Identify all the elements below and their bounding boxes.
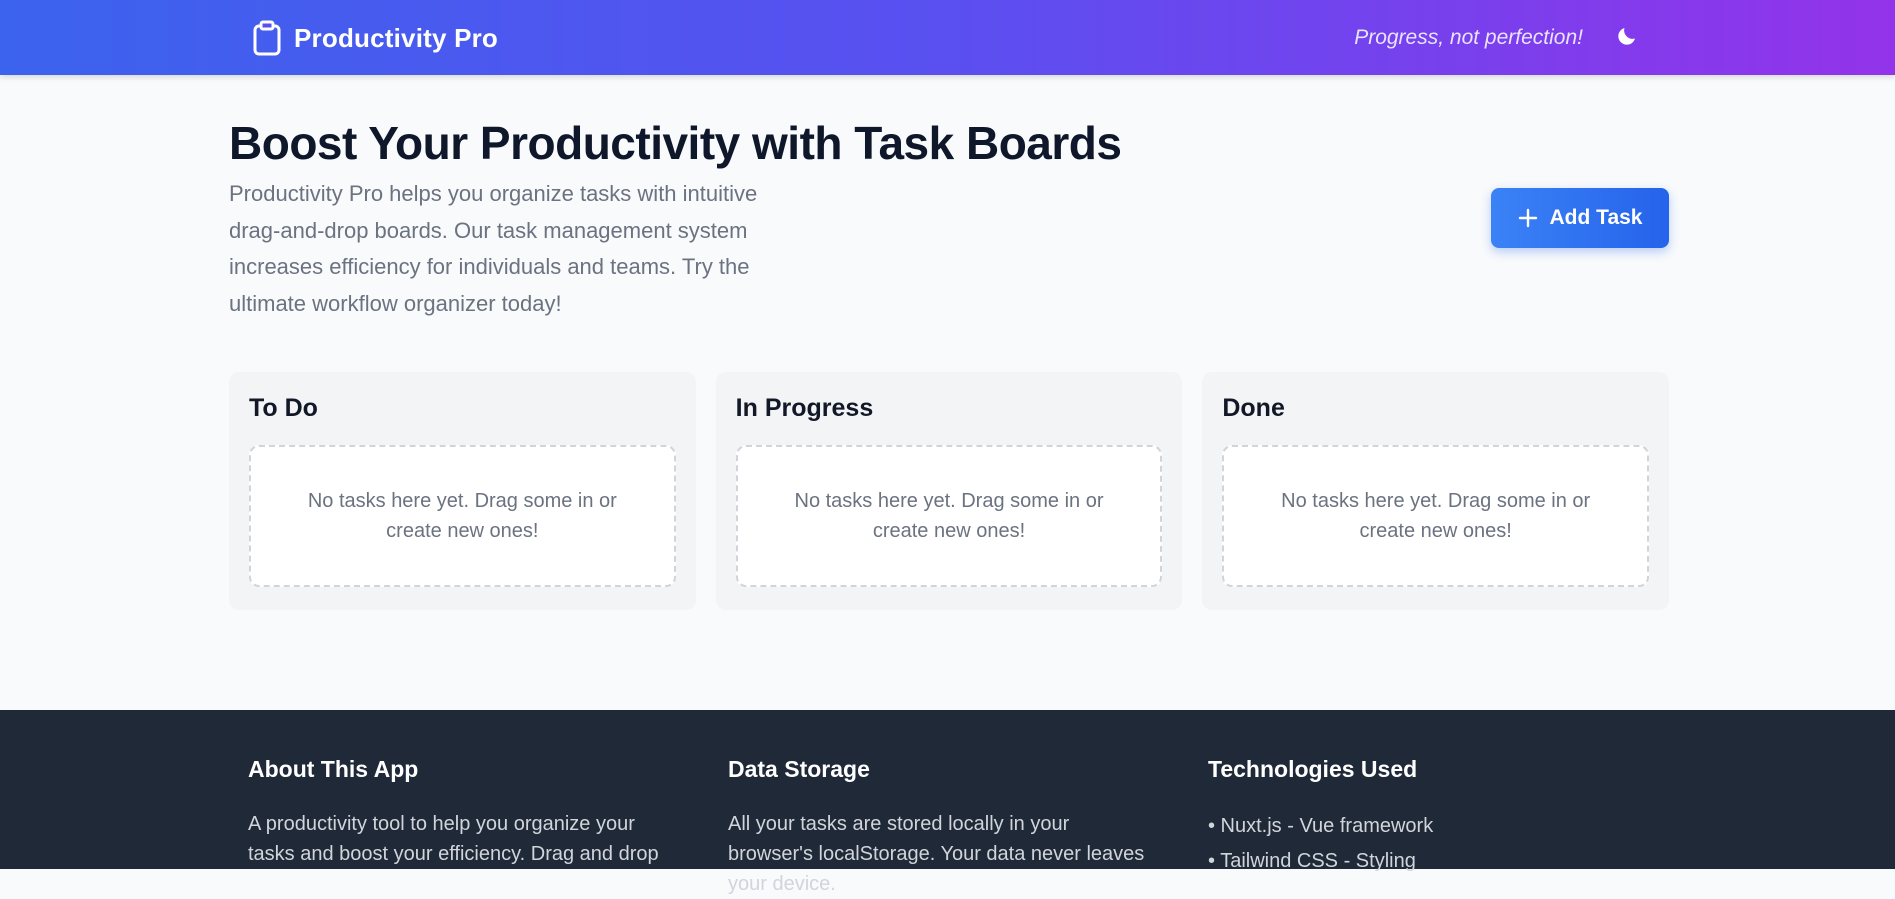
dropzone-todo[interactable]: No tasks here yet. Drag some in or creat…	[249, 445, 676, 587]
plus-icon	[1518, 208, 1537, 228]
brand[interactable]: Productivity Pro	[252, 18, 498, 58]
add-task-label: Add Task	[1549, 206, 1643, 229]
theme-toggle-button[interactable]	[1614, 24, 1640, 50]
footer-about-text: A productivity tool to help you organize…	[248, 813, 659, 865]
column-title: In Progress	[735, 394, 874, 422]
column-title: Done	[1222, 394, 1285, 422]
moon-icon	[1618, 28, 1635, 45]
footer-about: About This App A productivity tool to he…	[248, 756, 678, 869]
top-navbar: Productivity Pro Progress, not perfectio…	[0, 0, 1895, 75]
footer-storage: Data Storage All your tasks are stored l…	[728, 756, 1158, 899]
brand-title: Productivity Pro	[294, 22, 499, 53]
dropzone-in-progress[interactable]: No tasks here yet. Drag some in or creat…	[735, 445, 1163, 587]
task-board: To Do No tasks here yet. Drag some in or…	[229, 372, 1670, 610]
footer-storage-text: All your tasks are stored locally in you…	[728, 813, 1145, 895]
column-title: To Do	[249, 394, 318, 422]
footer-tech-title: Technologies Used	[1208, 756, 1418, 782]
empty-message: No tasks here yet. Drag some in or creat…	[307, 490, 617, 542]
page-title: Boost Your Productivity with Task Boards	[229, 117, 1122, 169]
footer: About This App A productivity tool to he…	[0, 710, 1895, 895]
hero-description: Productivity Pro helps you organize task…	[229, 181, 758, 316]
clipboard-icon	[252, 20, 282, 56]
footer-storage-title: Data Storage	[728, 756, 870, 782]
footer-tech: Technologies Used • Nuxt.js - Vue framew…	[1208, 756, 1638, 879]
empty-message: No tasks here yet. Drag some in or creat…	[794, 490, 1104, 542]
column-in-progress: In Progress No tasks here yet. Drag some…	[715, 372, 1183, 610]
column-done: Done No tasks here yet. Drag some in or …	[1202, 372, 1670, 610]
tech-list-item: • Tailwind CSS - Styling	[1208, 850, 1416, 872]
tagline: Progress, not perfection!	[1354, 26, 1583, 49]
dropzone-done[interactable]: No tasks here yet. Drag some in or creat…	[1222, 445, 1650, 587]
tech-list-item: • Nuxt.js - Vue framework	[1208, 815, 1434, 837]
add-task-button[interactable]: Add Task	[1491, 188, 1669, 248]
footer-about-title: About This App	[248, 756, 419, 782]
column-todo: To Do No tasks here yet. Drag some in or…	[229, 372, 696, 610]
empty-message: No tasks here yet. Drag some in or creat…	[1281, 490, 1591, 542]
